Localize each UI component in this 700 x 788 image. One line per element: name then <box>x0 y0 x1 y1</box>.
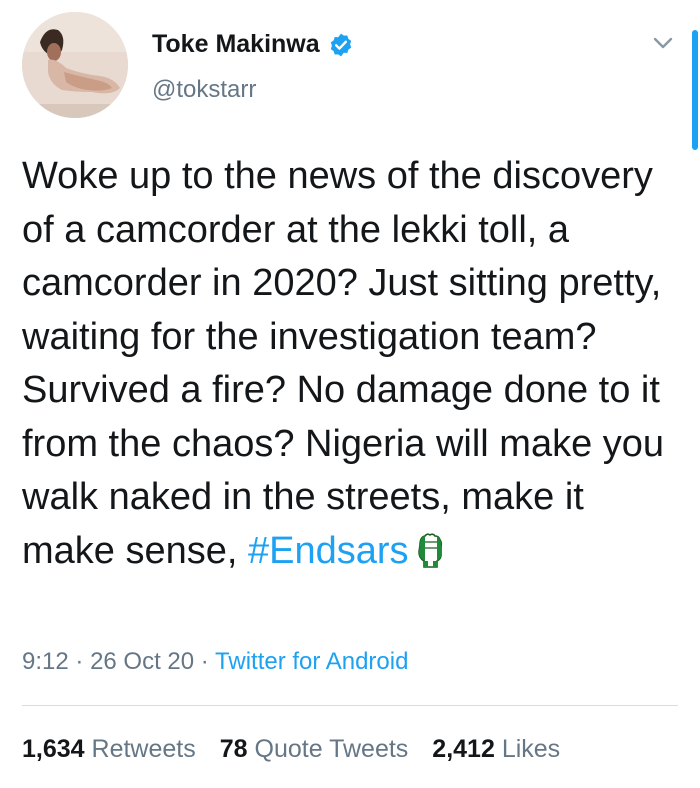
tweet-body: Woke up to the news of the discovery of … <box>22 155 665 572</box>
tweet-stats: 1,634 Retweets 78 Quote Tweets 2,412 Lik… <box>22 735 560 764</box>
tweet-date[interactable]: 26 Oct 20 <box>90 648 194 675</box>
verified-badge-icon <box>330 33 351 56</box>
meta-separator: · <box>75 648 84 675</box>
chevron-down-icon[interactable] <box>648 28 678 58</box>
hashtag-link[interactable]: #Endsars <box>248 530 409 572</box>
quote-tweets-stat[interactable]: 78 Quote Tweets <box>220 735 409 764</box>
likes-stat[interactable]: 2,412 Likes <box>432 735 560 764</box>
meta-separator: · <box>200 648 209 675</box>
raised-fist-nigeria-flag-icon <box>417 532 442 568</box>
author-display-name[interactable]: Toke Makinwa <box>152 30 320 59</box>
tweet-meta: 9:12 · 26 Oct 20 · Twitter for Android <box>22 648 408 676</box>
retweets-stat[interactable]: 1,634 Retweets <box>22 735 196 764</box>
author-name-row[interactable]: Toke Makinwa <box>152 30 354 59</box>
avatar-image <box>22 12 128 118</box>
tweet-time[interactable]: 9:12 <box>22 648 69 675</box>
tweet-text: Woke up to the news of the discovery of … <box>22 150 682 578</box>
tweet-source-link[interactable]: Twitter for Android <box>215 648 408 675</box>
author-handle[interactable]: @tokstarr <box>152 76 256 104</box>
retweets-count: 1,634 <box>22 735 85 763</box>
divider <box>22 705 678 706</box>
likes-label: Likes <box>501 735 561 763</box>
likes-count: 2,412 <box>432 735 495 763</box>
avatar[interactable] <box>22 12 128 118</box>
tweet-detail: Toke Makinwa @tokstarr Woke up to the ne… <box>0 0 700 788</box>
quote-tweets-label: Quote Tweets <box>254 735 409 763</box>
retweets-label: Retweets <box>91 735 196 763</box>
scrollbar[interactable] <box>692 30 698 150</box>
quote-tweets-count: 78 <box>219 735 248 763</box>
